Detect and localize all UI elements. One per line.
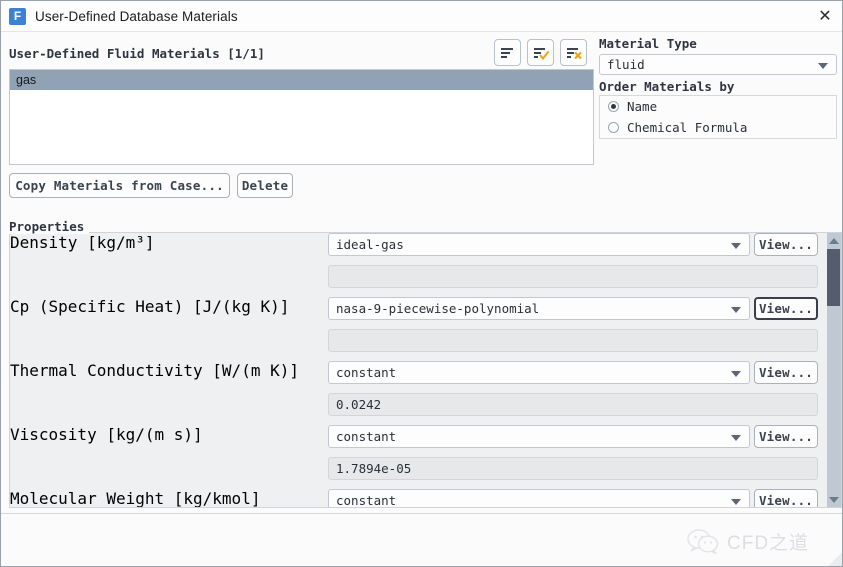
property-method-value: ideal-gas xyxy=(336,237,404,252)
order-materials-group: Name Chemical Formula xyxy=(599,95,837,139)
property-value-field[interactable]: 1.7894e-05 xyxy=(328,457,818,480)
property-row: Molecular Weight [kg/kmol] constant View..… xyxy=(10,489,818,508)
list-toolbar xyxy=(494,39,587,66)
list-all-icon[interactable] xyxy=(494,39,521,66)
view-button[interactable]: View... xyxy=(754,361,818,384)
property-row: Viscosity [kg/(m s)] constant View... xyxy=(10,425,818,457)
material-type-dropdown[interactable]: fluid xyxy=(599,54,837,75)
property-value-row xyxy=(10,265,818,297)
property-method-value: nasa-9-piecewise-polynomial xyxy=(336,301,540,316)
view-button[interactable]: View... xyxy=(754,297,818,320)
radio-label: Name xyxy=(627,99,658,114)
property-row: Cp (Specific Heat) [J/(kg K)] nasa-9-piec… xyxy=(10,297,818,329)
chevron-down-icon xyxy=(731,498,741,505)
scrollbar-thumb[interactable] xyxy=(827,249,840,306)
chevron-down-icon xyxy=(731,306,741,313)
material-type-label: Material Type xyxy=(599,36,697,51)
user-defined-database-materials-dialog: F User-Defined Database Materials ✕ User… xyxy=(0,0,843,567)
list-item[interactable]: gas xyxy=(10,70,593,90)
copy-materials-from-case-button[interactable]: Copy Materials from Case... xyxy=(9,173,230,198)
radio-icon xyxy=(608,101,619,112)
window-title: User-Defined Database Materials xyxy=(35,8,238,24)
chevron-down-icon[interactable] xyxy=(827,492,840,507)
list-remove-icon[interactable] xyxy=(560,39,587,66)
property-value-field[interactable] xyxy=(328,265,818,288)
property-method-dropdown[interactable]: constant xyxy=(328,425,750,448)
property-value-field[interactable]: 0.0242 xyxy=(328,393,818,416)
radio-option-chemical-formula[interactable]: Chemical Formula xyxy=(600,117,836,138)
chevron-up-icon[interactable] xyxy=(827,233,840,248)
properties-label: Properties xyxy=(9,219,90,234)
property-value-row: 0.0242 xyxy=(10,393,818,425)
property-value-row xyxy=(10,329,818,361)
materials-list-label: User-Defined Fluid Materials [1/1] xyxy=(9,46,265,61)
property-method-value: constant xyxy=(336,493,397,508)
chevron-down-icon xyxy=(818,62,828,69)
properties-rows: Density [kg/m³] ideal-gas View... Cp (Speci… xyxy=(10,233,818,508)
property-method-dropdown[interactable]: ideal-gas xyxy=(328,233,750,256)
chevron-down-icon xyxy=(731,434,741,441)
property-method-value: constant xyxy=(336,429,397,444)
materials-listbox[interactable]: gas xyxy=(9,69,594,165)
order-materials-label: Order Materials by xyxy=(599,79,735,94)
properties-panel: Density [kg/m³] ideal-gas View... Cp (Speci… xyxy=(9,232,836,508)
material-type-value: fluid xyxy=(607,57,645,72)
delete-button[interactable]: Delete xyxy=(237,173,293,198)
title-bar: F User-Defined Database Materials ✕ xyxy=(1,1,842,32)
property-value-field[interactable] xyxy=(328,329,818,352)
radio-label: Chemical Formula xyxy=(627,120,748,135)
property-method-dropdown[interactable]: constant xyxy=(328,361,750,384)
view-button[interactable]: View... xyxy=(754,233,818,256)
properties-scrollbar[interactable] xyxy=(827,232,842,508)
app-icon: F xyxy=(9,7,26,25)
property-value-row: 1.7894e-05 xyxy=(10,457,818,489)
radio-option-name[interactable]: Name xyxy=(600,96,836,117)
radio-icon xyxy=(608,122,619,133)
property-method-dropdown[interactable]: constant xyxy=(328,489,750,508)
list-check-icon[interactable] xyxy=(527,39,554,66)
chevron-down-icon xyxy=(731,242,741,249)
view-button[interactable]: View... xyxy=(754,425,818,448)
footer-bar: New...Edit...SaveCopyCloseHelp xyxy=(1,514,842,566)
property-method-dropdown[interactable]: nasa-9-piecewise-polynomial xyxy=(328,297,750,320)
close-icon[interactable]: ✕ xyxy=(806,1,842,31)
view-button[interactable]: View... xyxy=(754,489,818,507)
property-row: Density [kg/m³] ideal-gas View... xyxy=(10,233,818,265)
property-method-value: constant xyxy=(336,365,397,380)
property-row: Thermal Conductivity [W/(m K)] constant Vi… xyxy=(10,361,818,393)
chevron-down-icon xyxy=(731,370,741,377)
